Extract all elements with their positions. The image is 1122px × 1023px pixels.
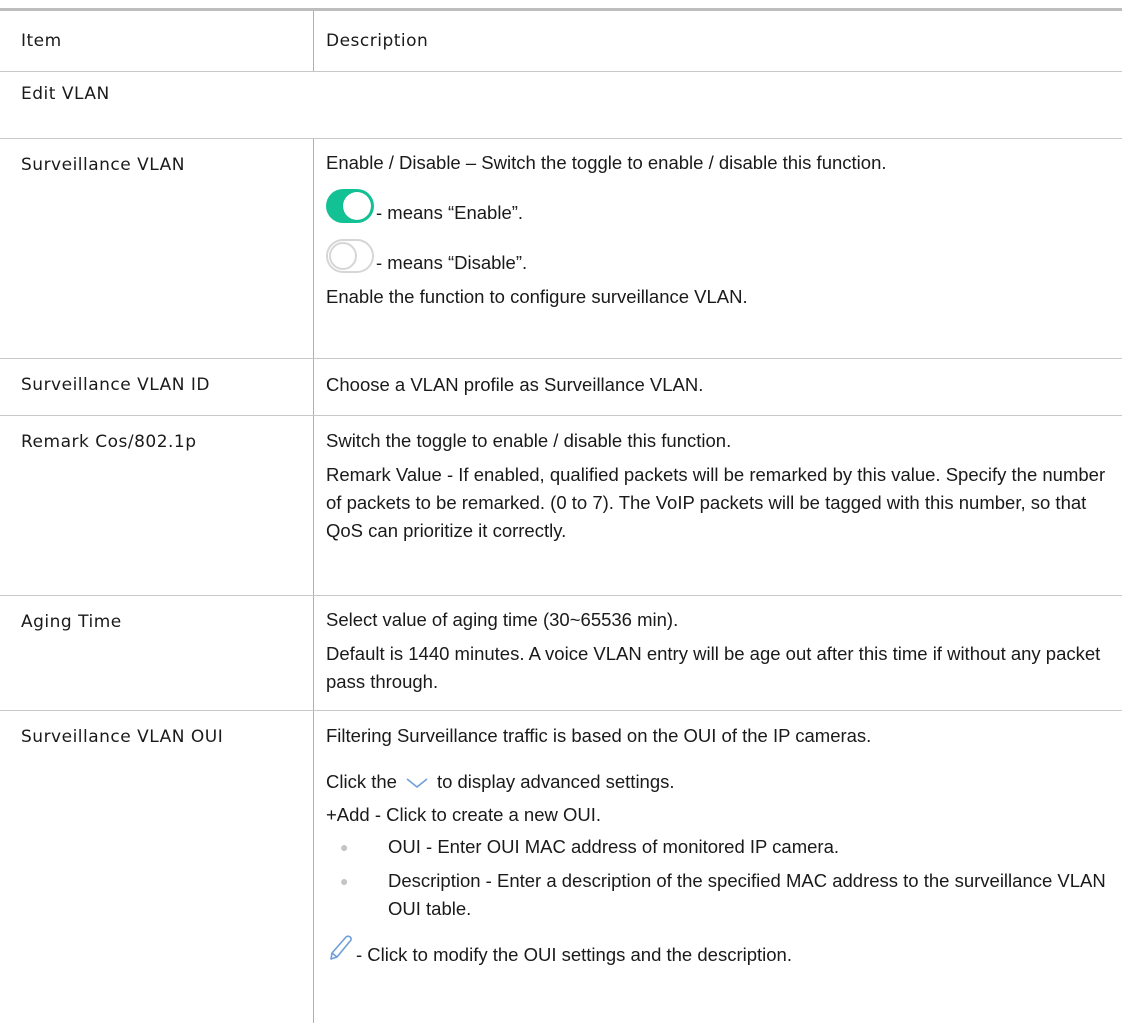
desc-line: Remark Value - If enabled, qualified pac… [326,463,1106,541]
desc-line: Enable the function to configure surveil… [326,285,748,307]
desc-line: Switch the toggle to enable / disable th… [326,429,732,451]
row-label: Surveillance VLAN [21,154,185,175]
desc-line: Choose a VLAN profile as Surveillance VL… [326,373,704,395]
toggle-off-icon [326,238,374,273]
desc-line: Select value of aging time (30~65536 min… [326,608,679,630]
header-item: Item [21,30,62,51]
desc-line: Enable / Disable – Switch the toggle to … [326,151,887,173]
desc-line: - means “Disable”. [376,251,528,273]
row-aging: Aging Time Select value of aging time (3… [0,595,1122,711]
bullet-text: OUI - Enter OUI MAC address of monitored… [388,835,840,857]
description-table: Item Description Edit VLAN Surveillance … [0,11,1122,1023]
row-label: Surveillance VLAN ID [21,374,210,395]
row-label: Aging Time [21,611,122,632]
row-label: Surveillance VLAN OUI [21,726,224,747]
section-title: Edit VLAN [21,83,110,104]
bullet-dot: ● [340,872,349,889]
toggle-on-icon [326,188,374,223]
table-header-row: Item Description [0,11,1122,72]
row-oui: Surveillance VLAN OUI Filtering Surveill… [0,710,1122,1023]
desc-text: Click the [326,770,397,792]
edit-line: - Click to modify the OUI settings and t… [326,931,1114,965]
bullet-item: ● OUI - Enter OUI MAC address of monitor… [326,833,1114,861]
row-label: Remark Cos/802.1p [21,431,197,452]
desc-line: - means “Enable”. [376,201,524,223]
desc-text: - Click to modify the OUI settings and t… [356,943,792,965]
row-remark: Remark Cos/802.1p Switch the toggle to e… [0,415,1122,596]
enable-example: - means “Enable”. [326,177,1114,223]
row-surveillance-vlan: Surveillance VLAN Enable / Disable – Swi… [0,138,1122,359]
chevron-down-icon [405,769,429,797]
header-description: Description [326,30,429,51]
bullet-dot: ● [340,838,349,855]
disable-example: - means “Disable”. [326,223,1114,273]
desc-line: Default is 1440 minutes. A voice VLAN en… [326,642,1101,692]
desc-text: to display advanced settings. [436,770,675,792]
desc-line: +Add - Click to create a new OUI. [326,803,602,825]
click-line: Click the to display advanced settings. [326,768,1114,797]
bullet-text: Description - Enter a description of the… [388,869,1106,919]
pencil-icon [326,931,354,965]
row-vlan-id: Surveillance VLAN ID Choose a VLAN profi… [0,358,1122,416]
section-row: Edit VLAN [0,71,1122,139]
desc-line: Filtering Surveillance traffic is based … [326,724,872,746]
bullet-item: ● Description - Enter a description of t… [326,867,1114,923]
